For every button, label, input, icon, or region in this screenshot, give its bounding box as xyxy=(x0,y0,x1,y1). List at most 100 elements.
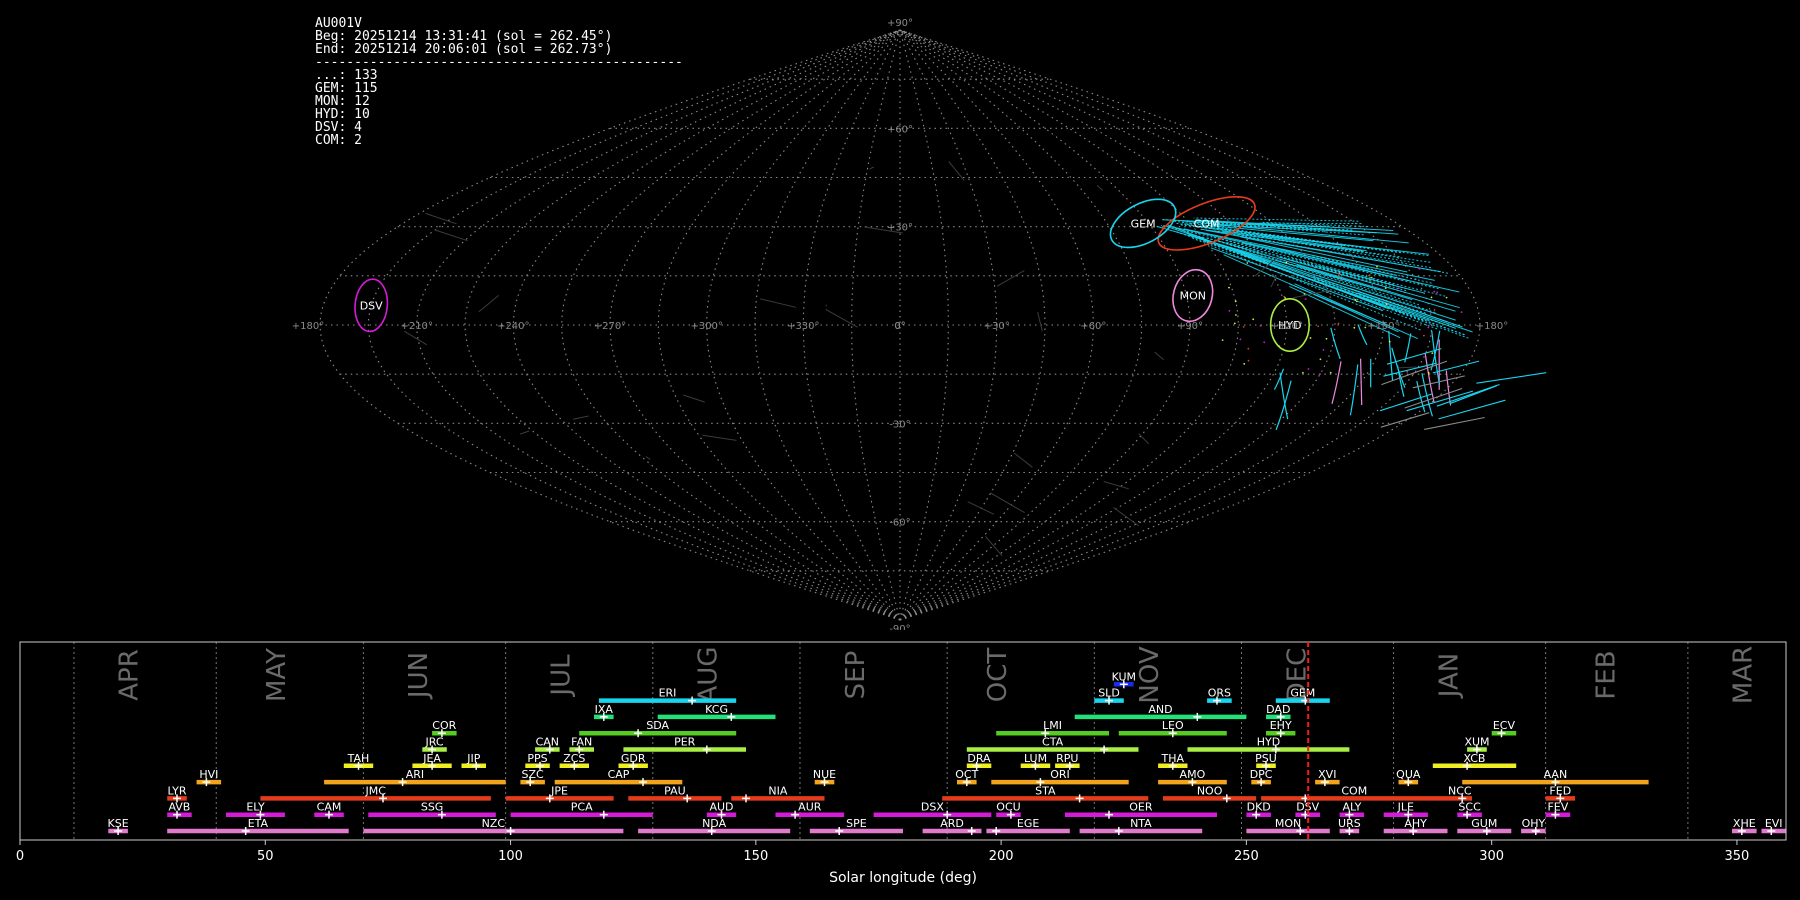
lon-label: 0° xyxy=(894,321,905,332)
meteor-track xyxy=(434,229,468,242)
meteor-point xyxy=(1243,363,1246,365)
meridian-line xyxy=(899,29,949,621)
shower-label-ohy: OHY xyxy=(1522,817,1546,830)
month-label: NOV xyxy=(1135,646,1165,703)
shower-label-pau: PAU xyxy=(664,784,686,797)
shower-label-jmc: JMC xyxy=(364,784,386,797)
meteor-point xyxy=(1259,325,1262,327)
lon-label: +210° xyxy=(400,321,432,332)
meteor-track xyxy=(1476,372,1547,384)
meteor-point xyxy=(1406,370,1409,373)
meteor-point xyxy=(1370,276,1373,279)
shower-label-cta: CTA xyxy=(1042,736,1064,749)
meteor-point xyxy=(1319,373,1321,375)
shower-label-and: AND xyxy=(1148,703,1172,716)
shower-label-spe: SPE xyxy=(846,817,867,830)
meteor-track xyxy=(967,501,995,515)
meteor-point xyxy=(1364,326,1367,329)
shower-label-sda: SDA xyxy=(646,719,669,732)
meteor-point xyxy=(1385,303,1388,305)
meteor-point xyxy=(1247,359,1250,362)
lon-label: +90° xyxy=(1177,321,1203,332)
meteor-track xyxy=(1215,239,1456,312)
shower-label-aur: AUR xyxy=(798,801,822,814)
meteor-point xyxy=(1221,339,1224,341)
radiant-label-com: COM xyxy=(1194,217,1220,230)
shower-label-jrc: JRC xyxy=(424,736,443,749)
month-label: JUN xyxy=(404,652,434,700)
meteor-track xyxy=(1424,416,1485,430)
meteor-point xyxy=(1353,326,1356,329)
shower-label-qua: QUA xyxy=(1396,768,1421,781)
shower-label-rpu: RPU xyxy=(1056,752,1078,765)
shower-label-ncc: NCC xyxy=(1448,784,1472,797)
shower-label-hyd: HYD xyxy=(1257,736,1280,749)
shower-label-jea: JEA xyxy=(422,752,441,765)
lat-label: -30° xyxy=(889,419,910,430)
lon-label: +180° xyxy=(1476,321,1508,332)
meteor-point xyxy=(1303,293,1306,295)
shower-label-mon: MON xyxy=(1275,817,1301,830)
meridian-line xyxy=(899,29,1433,621)
shower-label-nzc: NZC xyxy=(482,817,506,830)
shower-label-sta: STA xyxy=(1035,784,1056,797)
shower-label-pps: PPS xyxy=(527,752,547,765)
meteor-point xyxy=(1403,309,1406,311)
shower-label-szc: SZC xyxy=(521,768,544,781)
shower-label-ely: ELY xyxy=(246,801,265,814)
shower-label-aly: ALY xyxy=(1342,801,1361,814)
lat-label: +30° xyxy=(887,223,913,234)
shower-label-nia: NIA xyxy=(768,784,787,797)
meteor-point xyxy=(1234,300,1237,303)
x-tick-label: 50 xyxy=(257,849,274,864)
meteor-point xyxy=(1431,352,1434,355)
shower-label-nta: NTA xyxy=(1130,817,1152,830)
shower-label-lmi: LMI xyxy=(1043,719,1062,732)
shower-label-ahy: AHY xyxy=(1404,817,1427,830)
meteor-track xyxy=(1275,380,1292,431)
meteor-track xyxy=(645,456,651,460)
shower-label-xcb: XCB xyxy=(1464,752,1486,765)
meteor-track xyxy=(1037,311,1043,332)
meteor-point xyxy=(1329,371,1332,374)
meteor-track xyxy=(985,536,1003,557)
meridian-line xyxy=(899,29,1046,621)
lon-label: +330° xyxy=(787,321,819,332)
shower-label-dad: DAD xyxy=(1266,703,1290,716)
x-axis-label: Solar longitude (deg) xyxy=(829,870,977,886)
x-tick-label: 100 xyxy=(498,849,523,864)
meteor-point xyxy=(1400,279,1403,281)
meteor-point xyxy=(1302,371,1304,374)
shower-label-amo: AMO xyxy=(1180,768,1206,781)
meteor-track xyxy=(572,415,589,420)
shower-label-aud: AUD xyxy=(709,801,733,814)
month-label: AUG xyxy=(694,647,724,704)
meteor-point xyxy=(1433,309,1436,311)
shower-label-jpe: JPE xyxy=(550,784,568,797)
meteor-point xyxy=(1337,274,1340,277)
meteor-point xyxy=(1263,341,1266,344)
meteor-point xyxy=(1325,337,1328,340)
meteor-track xyxy=(1438,399,1506,420)
meteor-track xyxy=(478,295,500,313)
meteor-point xyxy=(1355,300,1358,303)
shower-label-cap: CAP xyxy=(608,768,630,781)
lat-label: -60° xyxy=(889,518,910,529)
meteor-point xyxy=(1259,263,1261,265)
meteor-point xyxy=(1322,349,1325,351)
shower-label-dpc: DPC xyxy=(1250,768,1273,781)
meteor-point xyxy=(1423,334,1425,337)
meteor-track xyxy=(683,394,705,403)
shower-label-ari: ARI xyxy=(406,768,424,781)
shower-label-oct: OCT xyxy=(955,768,978,781)
shower-label-ors: ORS xyxy=(1208,687,1231,700)
shower-label-gdr: GDR xyxy=(621,752,646,765)
meteor-track xyxy=(1096,185,1104,191)
shower-label-scc: SCC xyxy=(1458,801,1481,814)
meteor-track xyxy=(1293,275,1438,330)
meteor-point xyxy=(1233,322,1236,325)
shower-label-eta: ETA xyxy=(248,817,269,830)
shower-label-ecv: ECV xyxy=(1493,719,1516,732)
month-label: SEP xyxy=(841,651,871,700)
meteor-point xyxy=(1247,347,1250,350)
